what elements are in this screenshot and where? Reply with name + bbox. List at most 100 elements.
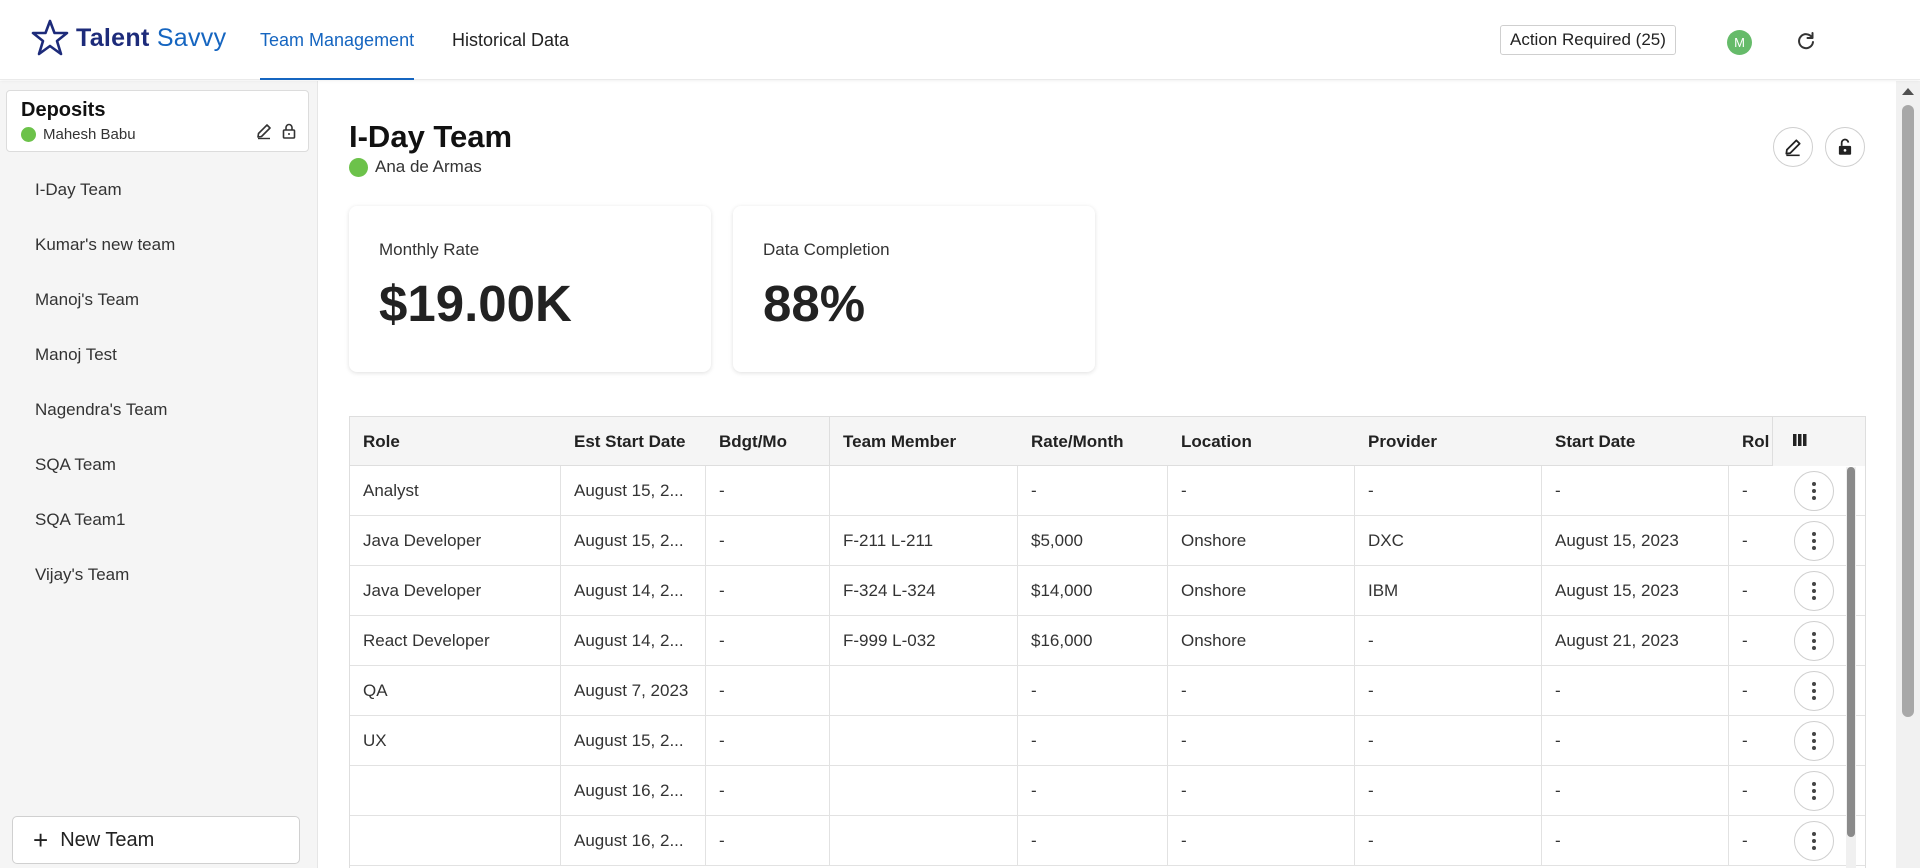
- cell-est-start-date: August 14, 2...: [561, 616, 706, 666]
- cell-rate-month: -: [1018, 766, 1168, 816]
- cell-role: UX: [350, 716, 561, 766]
- sidebar-item-team[interactable]: I-Day Team: [0, 162, 318, 217]
- table-row[interactable]: Java Developer August 15, 2... - F-211 L-21…: [350, 516, 1865, 566]
- cell-provider: -: [1355, 766, 1542, 816]
- table-row[interactable]: Analyst August 15, 2... - - - - - -: [350, 466, 1865, 516]
- sidebar-item-team[interactable]: Manoj Test: [0, 327, 318, 382]
- cell-location: -: [1168, 666, 1355, 716]
- column-header-start-date[interactable]: Start Date: [1542, 417, 1729, 466]
- new-team-label: New Team: [60, 828, 155, 851]
- column-header-est-start-date[interactable]: Est Start Date: [561, 417, 706, 466]
- sidebar-item-team[interactable]: SQA Team1: [0, 492, 318, 547]
- metric-card-data-completion: Data Completion 88%: [733, 206, 1095, 372]
- row-actions-button[interactable]: [1794, 471, 1834, 511]
- cell-role: Analyst: [350, 466, 561, 516]
- cell-role-extra: -: [1742, 781, 1748, 800]
- cell-role: Java Developer: [350, 566, 561, 616]
- cell-start-date: -: [1542, 766, 1729, 816]
- cell-rate-month: -: [1018, 466, 1168, 516]
- cell-location: Onshore: [1168, 566, 1355, 616]
- cell-budget: -: [706, 816, 830, 866]
- cell-est-start-date: August 16, 2...: [561, 766, 706, 816]
- row-actions-button[interactable]: [1794, 521, 1834, 561]
- table-row[interactable]: Java Developer August 14, 2... - F-324 L-32…: [350, 566, 1865, 616]
- cell-role: [350, 766, 561, 816]
- cell-provider: -: [1355, 466, 1542, 516]
- table-scrollbar-thumb[interactable]: [1847, 467, 1855, 837]
- logo-text-savvy: Savvy: [156, 23, 227, 52]
- cell-start-date: -: [1542, 716, 1729, 766]
- department-lock-button[interactable]: [280, 122, 298, 140]
- cell-role: Java Developer: [350, 516, 561, 566]
- cell-provider: -: [1355, 816, 1542, 866]
- row-actions-button[interactable]: [1794, 721, 1834, 761]
- page-scrollbar-thumb[interactable]: [1902, 105, 1914, 717]
- table-row[interactable]: UX August 15, 2... - - - - - -: [350, 716, 1865, 766]
- column-header-role-truncated[interactable]: Rol: [1729, 417, 1772, 466]
- department-title: Deposits: [21, 99, 106, 121]
- cell-start-date: August 15, 2023: [1542, 566, 1729, 616]
- cell-role: [350, 816, 561, 866]
- row-actions-button[interactable]: [1794, 671, 1834, 711]
- cell-provider: DXC: [1355, 516, 1542, 566]
- cell-provider: -: [1355, 666, 1542, 716]
- table-row[interactable]: August 16, 2... - - - - - -: [350, 766, 1865, 816]
- unlock-team-button[interactable]: [1825, 127, 1865, 167]
- cell-start-date: August 15, 2023: [1542, 516, 1729, 566]
- table-scrollbar[interactable]: [1846, 467, 1856, 868]
- department-card[interactable]: Deposits Mahesh Babu: [6, 90, 309, 152]
- tab-historical-data[interactable]: Historical Data: [452, 0, 569, 80]
- cell-budget: -: [706, 566, 830, 616]
- sidebar-item-team[interactable]: SQA Team: [0, 437, 318, 492]
- department-owner: Mahesh Babu: [21, 126, 136, 143]
- table-row[interactable]: QA August 7, 2023- - - - - -: [350, 666, 1865, 716]
- status-dot: [21, 127, 36, 142]
- new-team-button[interactable]: + New Team: [12, 816, 300, 864]
- cell-location: Onshore: [1168, 616, 1355, 666]
- row-actions-button[interactable]: [1794, 821, 1834, 861]
- column-toggle-button[interactable]: [1772, 417, 1865, 466]
- action-required-button[interactable]: Action Required (25): [1500, 25, 1676, 55]
- table-row[interactable]: React Developer August 14, 2... - F-999 L-0…: [350, 616, 1865, 666]
- column-header-provider[interactable]: Provider: [1355, 417, 1542, 466]
- cell-est-start-date: August 7, 2023: [561, 666, 706, 716]
- sidebar-item-team[interactable]: Manoj's Team: [0, 272, 318, 327]
- sidebar: Deposits Mahesh Babu I-Day Team Kumar's …: [0, 81, 318, 868]
- column-header-role[interactable]: Role: [350, 417, 561, 466]
- refresh-button[interactable]: [1793, 28, 1819, 54]
- column-header-rate-month[interactable]: Rate/Month: [1018, 417, 1168, 466]
- row-actions-button[interactable]: [1794, 621, 1834, 661]
- metric-value: 88%: [763, 275, 866, 332]
- tab-team-management[interactable]: Team Management: [260, 0, 415, 80]
- cell-est-start-date: August 16, 2...: [561, 816, 706, 866]
- department-edit-button[interactable]: [255, 122, 273, 140]
- cell-team-member: F-999 L-032: [830, 616, 1018, 666]
- avatar[interactable]: M: [1727, 30, 1752, 55]
- cell-role-extra: -: [1742, 681, 1748, 700]
- team-list: I-Day Team Kumar's new team Manoj's Team…: [0, 162, 318, 602]
- cell-est-start-date: August 15, 2...: [561, 716, 706, 766]
- cell-est-start-date: August 15, 2...: [561, 516, 706, 566]
- column-header-location[interactable]: Location: [1168, 417, 1355, 466]
- sidebar-item-team[interactable]: Vijay's Team: [0, 547, 318, 602]
- sidebar-item-team[interactable]: Kumar's new team: [0, 217, 318, 272]
- cell-rate-month: -: [1018, 666, 1168, 716]
- edit-team-button[interactable]: [1773, 127, 1813, 167]
- column-header-budget[interactable]: Bdgt/Mo: [706, 417, 830, 466]
- sidebar-item-team[interactable]: Nagendra's Team: [0, 382, 318, 437]
- cell-budget: -: [706, 516, 830, 566]
- cell-budget: -: [706, 716, 830, 766]
- cell-start-date: -: [1542, 816, 1729, 866]
- cell-team-member: F-211 L-211: [830, 516, 1018, 566]
- row-actions-button[interactable]: [1794, 571, 1834, 611]
- page-scrollbar[interactable]: [1896, 81, 1920, 868]
- row-actions-button[interactable]: [1794, 771, 1834, 811]
- logo[interactable]: Talent Savvy: [30, 18, 226, 58]
- column-header-team-member[interactable]: Team Member: [830, 417, 1018, 466]
- cell-est-start-date: August 15, 2...: [561, 466, 706, 516]
- team-owner: Ana de Armas: [349, 157, 482, 177]
- table-row[interactable]: August 16, 2... - - - - - -: [350, 816, 1865, 866]
- scroll-up-arrow[interactable]: [1902, 88, 1914, 95]
- cell-team-member: [830, 766, 1018, 816]
- page-title: I-Day Team: [349, 119, 513, 154]
